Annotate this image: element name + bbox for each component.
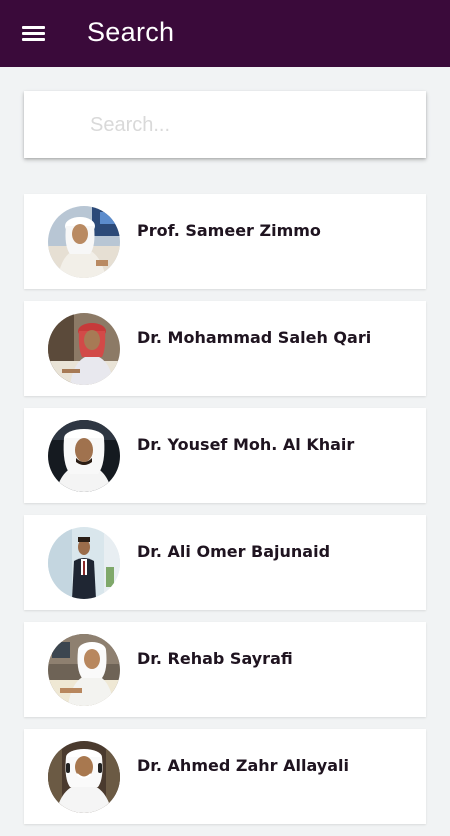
avatar [48, 313, 120, 385]
doctor-card[interactable]: Dr. Ahmed Zahr Allayali [24, 729, 426, 824]
search-input[interactable] [90, 107, 410, 143]
doctor-name: Dr. Rehab Sayrafi [137, 649, 293, 668]
doctor-card[interactable]: Dr. Yousef Moh. Al Khair [24, 408, 426, 503]
page-title: Search [87, 17, 175, 47]
doctor-name: Dr. Ali Omer Bajunaid [137, 542, 331, 561]
app-bar: Search [0, 0, 450, 67]
doctor-name: Dr. Ahmed Zahr Allayali [137, 756, 349, 775]
avatar [48, 634, 120, 706]
avatar [48, 206, 120, 278]
doctor-card[interactable]: Dr. Ali Omer Bajunaid [24, 515, 426, 610]
doctor-name: Dr. Mohammad Saleh Qari [137, 328, 372, 347]
doctor-card[interactable]: Dr. Mohammad Saleh Qari [24, 301, 426, 396]
doctor-name: Prof. Sameer Zimmo [137, 221, 321, 240]
search-box [24, 91, 426, 158]
doctor-list: Prof. Sameer Zimmo Dr. Mohammad Saleh Qa… [24, 194, 426, 836]
doctor-name: Dr. Yousef Moh. Al Khair [137, 435, 355, 454]
doctor-card[interactable]: Dr. Rehab Sayrafi [24, 622, 426, 717]
doctor-card[interactable]: Prof. Sameer Zimmo [24, 194, 426, 289]
avatar [48, 741, 120, 813]
avatar [48, 420, 120, 492]
avatar [48, 527, 120, 599]
menu-icon[interactable] [22, 26, 46, 44]
